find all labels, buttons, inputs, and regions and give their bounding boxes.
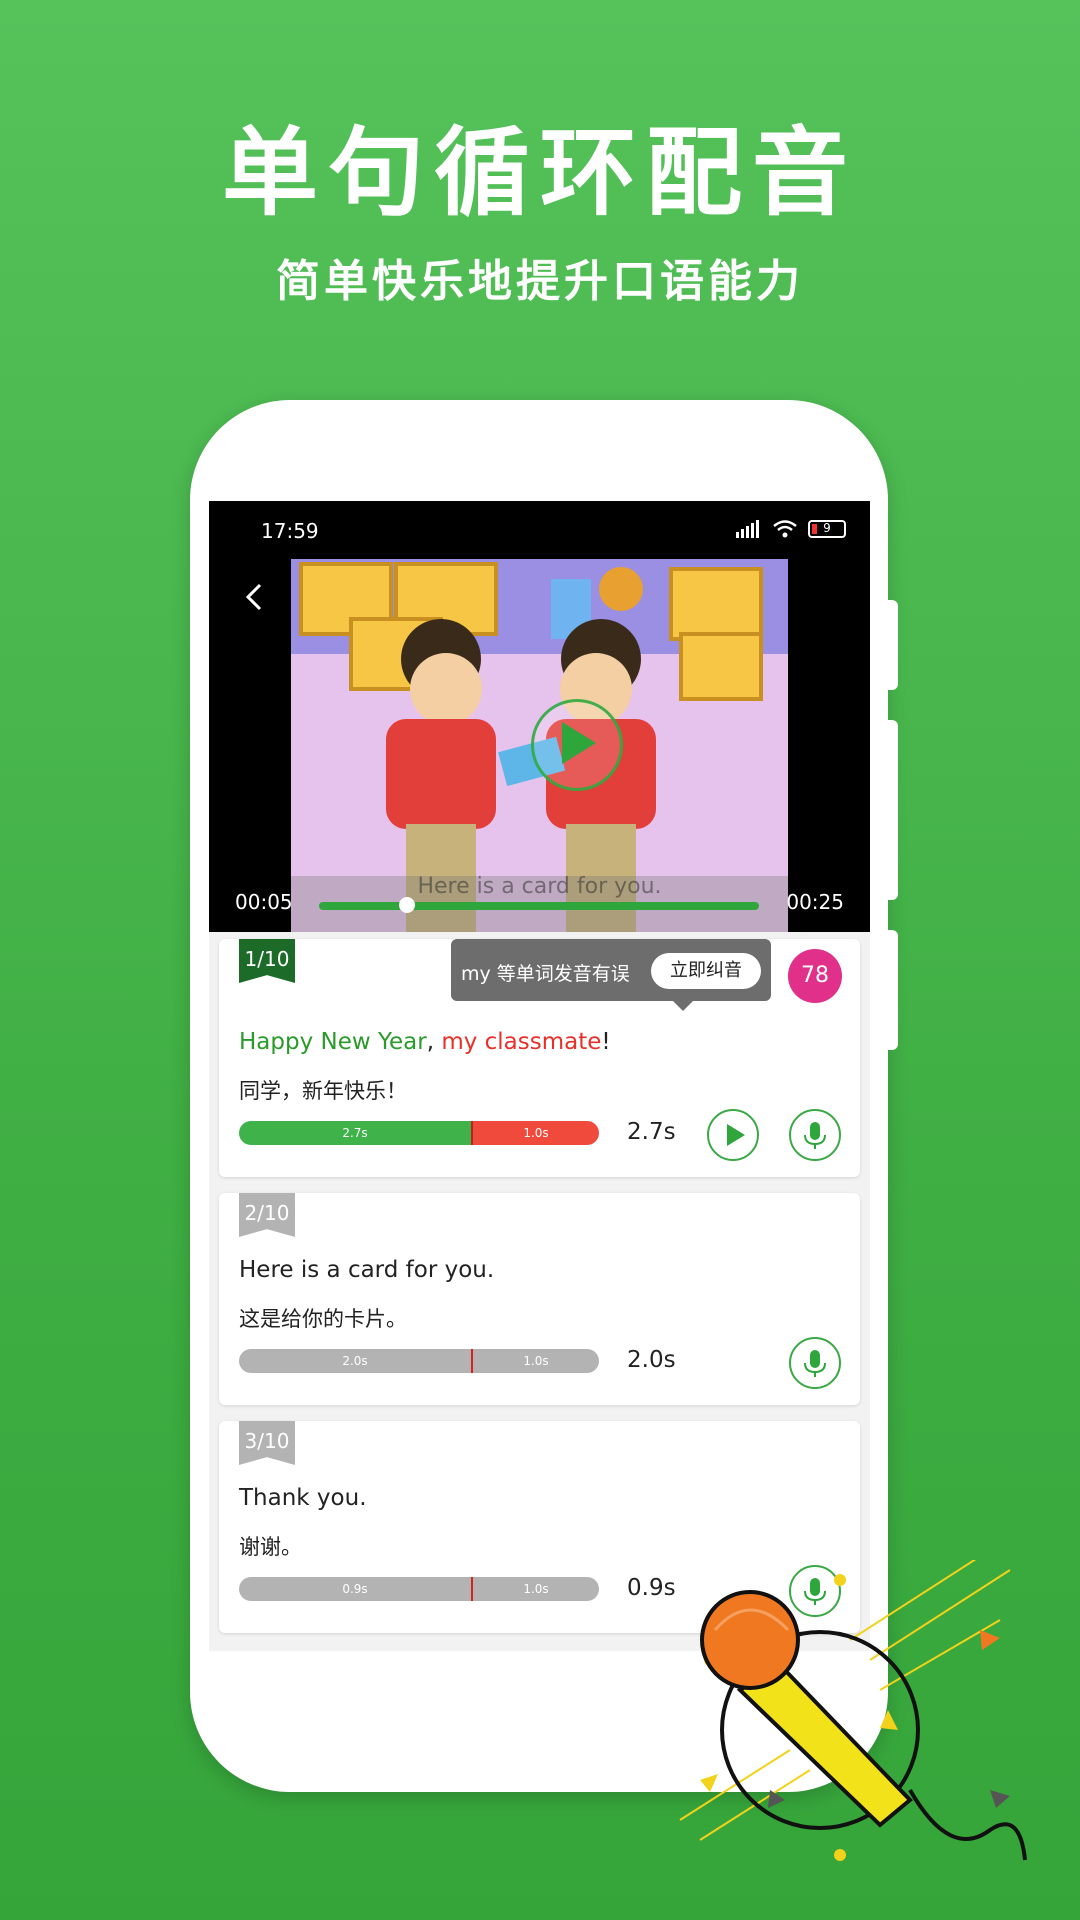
sentence-card[interactable]: 2/10 Here is a card for you. 这是给你的卡片。 2.… [219,1193,860,1405]
play-icon [562,722,596,764]
duration-bar: 0.9s 1.0s [239,1577,599,1601]
mic-icon [804,1350,826,1377]
user-duration-segment: 0.9s [239,1577,473,1601]
user-duration-segment: 2.0s [239,1349,473,1373]
play-recording-button[interactable] [707,1109,759,1161]
play-icon [727,1124,745,1146]
sentence-chinese: 这是给你的卡片。 [239,1307,407,1331]
video-subtitle: Here is a card for you. [417,874,662,899]
headline: 单句循环配音 [222,117,858,229]
pronunciation-tip: my 等单词发音有误 立即纠音 [451,939,771,1011]
word-neutral: ! [601,1029,611,1055]
recording-duration: 2.0s [627,1347,676,1373]
total-time: 00:25 [786,890,844,914]
microphone-illustration [679,1560,1027,1861]
status-time: 17:59 [261,519,319,543]
sentence-index-tag: 1/10 [239,939,295,983]
video-progress-thumb[interactable] [399,897,415,913]
battery-level: 9 [823,521,831,535]
current-time: 00:05 [235,890,293,914]
recording-duration: 0.9s [627,1575,676,1601]
signal-icon [736,520,759,538]
status-bar: 17:59 9 [209,501,870,559]
sentence-english: Thank you. [239,1485,367,1511]
back-chevron-icon[interactable] [235,577,275,617]
video-progress-track[interactable] [319,897,759,913]
battery-icon: 9 [808,520,846,538]
subline: 简单快乐地提升口语能力 [276,256,804,307]
word-neutral: , [426,1029,442,1055]
word-correct: Happy New Year [239,1029,427,1055]
score-badge[interactable]: 78 [788,949,842,1003]
wifi-icon [773,520,797,538]
video-play-button[interactable] [531,699,623,791]
word-wrong[interactable]: my classmate [441,1029,601,1055]
video-timebar[interactable]: Here is a card for you. 00:05 00:25 [209,874,870,932]
app-screen: 17:59 9 Here is a card for you. 00:05 00… [209,501,870,1651]
tip-text: my 等单词发音有误 [461,963,630,985]
phone-side-button [888,930,898,1050]
phone-side-button [888,720,898,900]
phone-side-button [888,600,898,690]
recording-duration: 2.7s [627,1119,676,1145]
record-button[interactable] [789,1337,841,1389]
duration-bar: 2.7s 1.0s [239,1121,599,1145]
sentence-chinese: 谢谢。 [239,1535,302,1559]
sentence-english: Happy New Year, my classmate! [239,1029,611,1055]
sentence-chinese: 同学，新年快乐！ [239,1079,407,1103]
video-player[interactable]: Here is a card for you. 00:05 00:25 [209,559,870,932]
sentence-index-tag: 2/10 [239,1193,295,1237]
original-duration-segment: 1.0s [473,1121,599,1145]
original-duration-segment: 1.0s [473,1577,599,1601]
sentence-index-tag: 3/10 [239,1421,295,1465]
correct-pronunciation-button[interactable]: 立即纠音 [651,953,761,989]
mic-icon [804,1122,826,1149]
sentence-card[interactable]: 1/10 my 等单词发音有误 立即纠音 78 Happy New Year, … [219,939,860,1177]
sentence-english: Here is a card for you. [239,1257,495,1283]
duration-bar: 2.0s 1.0s [239,1349,599,1373]
record-button[interactable] [789,1109,841,1161]
user-duration-segment: 2.7s [239,1121,473,1145]
original-duration-segment: 1.0s [473,1349,599,1373]
